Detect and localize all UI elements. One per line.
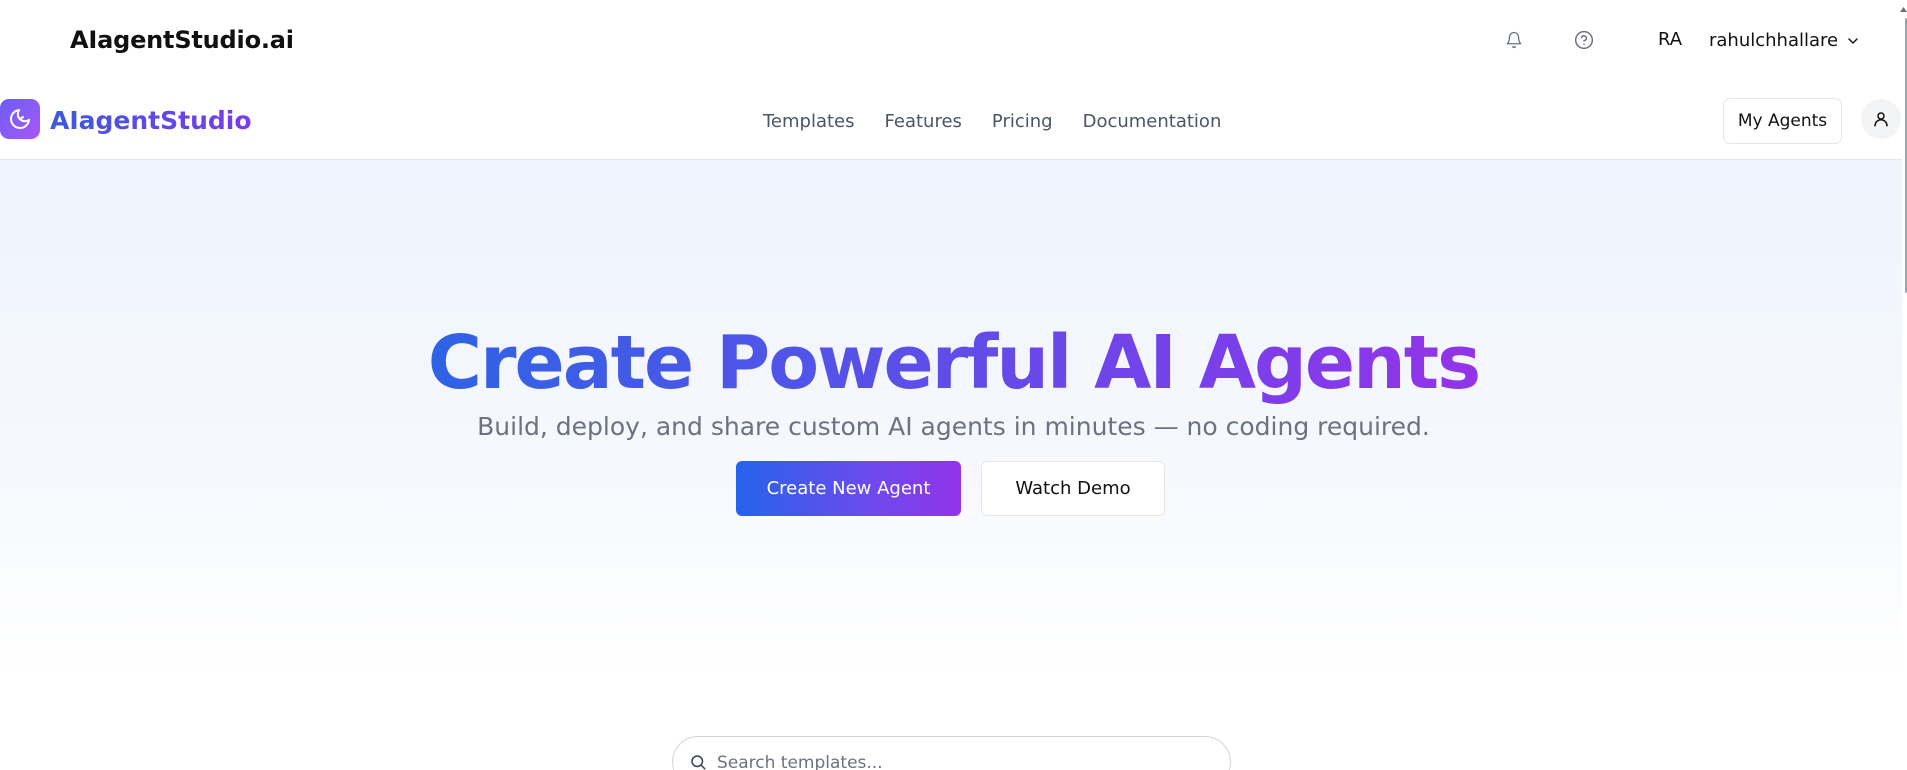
profile-button[interactable] — [1861, 99, 1901, 139]
site-navbar: AIagentStudio Templates Features Pricing… — [0, 84, 1907, 160]
hero-title-text: Create Powerful AI Agents — [427, 320, 1481, 406]
scroll-up-arrow[interactable] — [1900, 6, 1907, 13]
watch-demo-button[interactable]: Watch Demo — [981, 461, 1165, 516]
app-title: AIagentStudio.ai — [70, 26, 294, 54]
template-search-box[interactable] — [672, 736, 1231, 770]
logo-mark[interactable] — [0, 99, 40, 139]
nav-link-features[interactable]: Features — [885, 111, 962, 132]
my-agents-button[interactable]: My Agents — [1723, 98, 1842, 144]
moon-logo-icon — [10, 109, 30, 129]
nav-links: Templates Features Pricing Documentation — [763, 111, 1221, 132]
hero-section: Create Powerful AI Agents Build, deploy,… — [0, 160, 1907, 770]
logo-text[interactable]: AIagentStudio — [50, 106, 252, 135]
notifications-button[interactable] — [1499, 25, 1529, 55]
create-new-agent-button[interactable]: Create New Agent — [736, 461, 961, 516]
nav-link-templates[interactable]: Templates — [763, 111, 855, 132]
search-input[interactable] — [717, 753, 1197, 770]
user-icon — [1874, 112, 1888, 127]
chevron-down-icon — [1848, 38, 1858, 44]
scroll-up-icon — [1900, 7, 1907, 12]
user-avatar-initials[interactable]: RA — [1658, 29, 1682, 50]
username[interactable]: rahulchhallare — [1709, 30, 1838, 51]
page: AIagentStudio.ai RA rahulchhallare AIage… — [0, 0, 1907, 770]
nav-link-pricing[interactable]: Pricing — [992, 111, 1053, 132]
app-top-bar: AIagentStudio.ai RA rahulchhallare — [0, 0, 1907, 84]
user-menu-toggle[interactable] — [1838, 26, 1868, 56]
help-circle-icon — [1574, 30, 1594, 50]
hero-subtitle: Build, deploy, and share custom AI agent… — [477, 412, 1430, 441]
nav-link-documentation[interactable]: Documentation — [1083, 111, 1222, 132]
help-button[interactable] — [1569, 25, 1599, 55]
bell-icon — [1506, 31, 1522, 49]
hero-title: Create Powerful AI Agents — [0, 323, 1907, 403]
search-icon — [687, 751, 709, 770]
